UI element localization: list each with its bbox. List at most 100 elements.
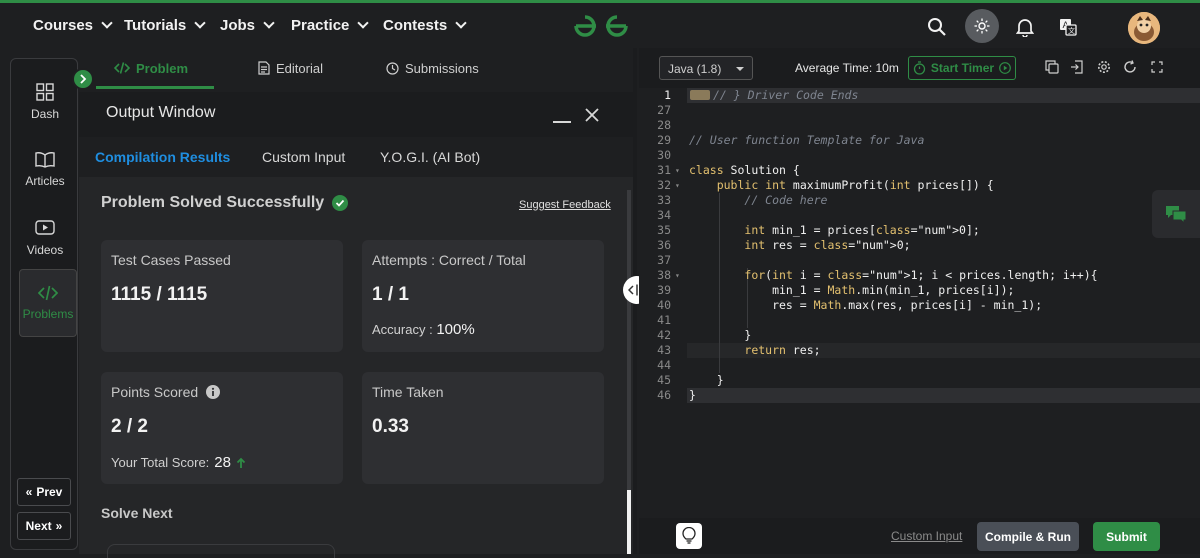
chat-button[interactable] bbox=[1152, 190, 1200, 238]
code-line[interactable]: 40 res = Math.max(res, prices[i] - min_1… bbox=[639, 298, 1200, 313]
line-number: 43 bbox=[657, 343, 671, 357]
next-button[interactable]: Next» bbox=[17, 512, 71, 540]
code-line[interactable]: 27 bbox=[639, 103, 1200, 118]
submit-button[interactable]: Submit bbox=[1093, 522, 1160, 551]
import-file-icon[interactable] bbox=[1069, 59, 1085, 75]
reset-icon[interactable] bbox=[1122, 59, 1138, 75]
code-line[interactable]: 46} bbox=[639, 388, 1200, 403]
code-text: } bbox=[689, 373, 724, 387]
nav-practice[interactable]: Practice bbox=[291, 3, 370, 48]
code-line[interactable]: 28 bbox=[639, 118, 1200, 133]
info-icon[interactable] bbox=[206, 385, 221, 399]
gear-icon[interactable] bbox=[1096, 59, 1112, 75]
fullscreen-icon[interactable] bbox=[1149, 59, 1165, 75]
output-tabs: Compilation Results Custom Input Y.O.G.I… bbox=[79, 137, 633, 177]
solve-next-card[interactable] bbox=[107, 544, 335, 558]
prev-button[interactable]: «Prev bbox=[17, 478, 71, 506]
code-line[interactable]: 36 int res = class="num">0; bbox=[639, 238, 1200, 253]
rail-item-problems[interactable]: Problems bbox=[19, 269, 77, 337]
code-line[interactable]: 35 int min_1 = prices[class="num">0]; bbox=[639, 223, 1200, 238]
tab-yogi-ai-bot[interactable]: Y.O.G.I. (AI Bot) bbox=[380, 149, 480, 165]
code-line[interactable]: 33 // Code here bbox=[639, 193, 1200, 208]
code-line[interactable]: 38 ▾ for(int i = class="num">1; i < price… bbox=[639, 268, 1200, 283]
line-number: 46 bbox=[657, 388, 671, 402]
line-number: 39 bbox=[657, 283, 671, 297]
line-number: 1 bbox=[664, 88, 671, 102]
code-line[interactable]: 34 bbox=[639, 208, 1200, 223]
points-value: 2 / 2 bbox=[111, 416, 148, 437]
time-taken-value: 0.33 bbox=[372, 416, 409, 437]
line-number: 42 bbox=[657, 328, 671, 342]
chevron-down-icon bbox=[101, 17, 113, 29]
compile-run-button[interactable]: Compile & Run bbox=[977, 522, 1079, 551]
rail-item-articles[interactable]: Articles bbox=[11, 137, 79, 203]
code-line[interactable]: 41 bbox=[639, 313, 1200, 328]
bell-icon[interactable] bbox=[1010, 12, 1040, 42]
line-number: 41 bbox=[657, 313, 671, 327]
expand-arrow-button[interactable] bbox=[72, 68, 94, 90]
start-timer-button[interactable]: Start Timer bbox=[908, 56, 1016, 80]
nav-label: Courses bbox=[33, 17, 94, 34]
book-icon bbox=[35, 152, 55, 168]
code-line[interactable]: 29 // User function Template for Java bbox=[639, 133, 1200, 148]
code-line[interactable]: 1 // } Driver Code Ends bbox=[639, 88, 1200, 103]
line-number: 34 bbox=[657, 208, 671, 222]
prev-label: Prev bbox=[36, 485, 63, 499]
code-line[interactable]: 43 return res; bbox=[639, 343, 1200, 358]
nav-tutorials[interactable]: Tutorials bbox=[124, 3, 206, 48]
theme-toggle-button[interactable] bbox=[965, 9, 999, 43]
nav-jobs[interactable]: Jobs bbox=[220, 3, 275, 48]
status-message: Problem Solved Successfully bbox=[101, 194, 349, 212]
close-icon[interactable] bbox=[585, 108, 599, 122]
tab-compilation-results[interactable]: Compilation Results bbox=[95, 149, 230, 165]
custom-input-link[interactable]: Custom Input bbox=[891, 529, 962, 543]
tab-editorial[interactable]: Editorial bbox=[258, 48, 323, 88]
search-icon[interactable] bbox=[922, 12, 952, 42]
arrow-up-icon bbox=[236, 457, 246, 468]
tab-submissions[interactable]: Submissions bbox=[386, 48, 479, 88]
code-line[interactable]: 30 bbox=[639, 148, 1200, 163]
minimize-icon[interactable] bbox=[553, 121, 571, 123]
fold-arrow-icon[interactable]: ▾ bbox=[675, 163, 680, 178]
code-line[interactable]: 45 } bbox=[639, 373, 1200, 388]
code-line[interactable]: 44 bbox=[639, 358, 1200, 373]
code-line[interactable]: 32 ▾ public int maximumProfit(int prices[… bbox=[639, 178, 1200, 193]
gfg-logo-icon[interactable] bbox=[572, 11, 630, 41]
code-line[interactable]: 42 } bbox=[639, 328, 1200, 343]
tab-custom-input[interactable]: Custom Input bbox=[262, 149, 345, 165]
code-text: return res; bbox=[744, 343, 821, 357]
tab-problem[interactable]: Problem bbox=[114, 48, 188, 88]
code-editor[interactable]: 1 // } Driver Code Ends 27 28 29 // User func… bbox=[639, 88, 1200, 518]
language-select[interactable]: Java (1.8) bbox=[659, 56, 753, 80]
code-line[interactable]: 39 min_1 = Math.min(min_1, prices[i]); bbox=[639, 283, 1200, 298]
fold-arrow-icon[interactable]: ▾ bbox=[675, 268, 680, 283]
solve-next-heading: Solve Next bbox=[101, 505, 173, 521]
code-line[interactable]: 37 bbox=[639, 253, 1200, 268]
code-text: // Code here bbox=[744, 193, 828, 207]
fold-arrow-icon[interactable]: ▾ bbox=[675, 178, 680, 193]
rail-label: Problems bbox=[22, 307, 74, 321]
hint-button[interactable] bbox=[676, 523, 702, 549]
translate-icon[interactable]: A文 bbox=[1053, 12, 1083, 42]
nav-courses[interactable]: Courses bbox=[33, 3, 113, 48]
time-taken-card: Time Taken 0.33 bbox=[362, 372, 604, 484]
output-scrollbar-thumb[interactable] bbox=[627, 490, 631, 554]
code-line[interactable]: 31 ▾ class Solution { bbox=[639, 163, 1200, 178]
total-score-line: Your Total Score: 28 bbox=[111, 454, 246, 471]
chevron-right-icon bbox=[80, 74, 87, 84]
chevron-down-icon bbox=[455, 17, 467, 29]
chevron-down-icon bbox=[736, 67, 744, 71]
avatar[interactable] bbox=[1128, 12, 1160, 44]
rail-item-dash[interactable]: Dash bbox=[11, 69, 79, 135]
nav-contests[interactable]: Contests bbox=[383, 3, 467, 48]
test-cases-value: 1115 / 1115 bbox=[111, 284, 208, 305]
code-text: res = Math.max(res, prices[i] - min_1); bbox=[689, 298, 1043, 312]
folded-region-marker[interactable] bbox=[690, 90, 710, 100]
next-label: Next bbox=[25, 519, 52, 533]
copy-icon[interactable] bbox=[1044, 59, 1060, 75]
accuracy-label: Accuracy : bbox=[372, 322, 433, 337]
code-text: min_1 = Math.min(min_1, prices[i]); bbox=[689, 283, 1015, 297]
code-text: int min_1 = prices[class="num">0]; bbox=[744, 223, 980, 237]
rail-item-videos[interactable]: Videos bbox=[11, 205, 79, 271]
suggest-feedback-link[interactable]: Suggest Feedback bbox=[519, 199, 611, 211]
